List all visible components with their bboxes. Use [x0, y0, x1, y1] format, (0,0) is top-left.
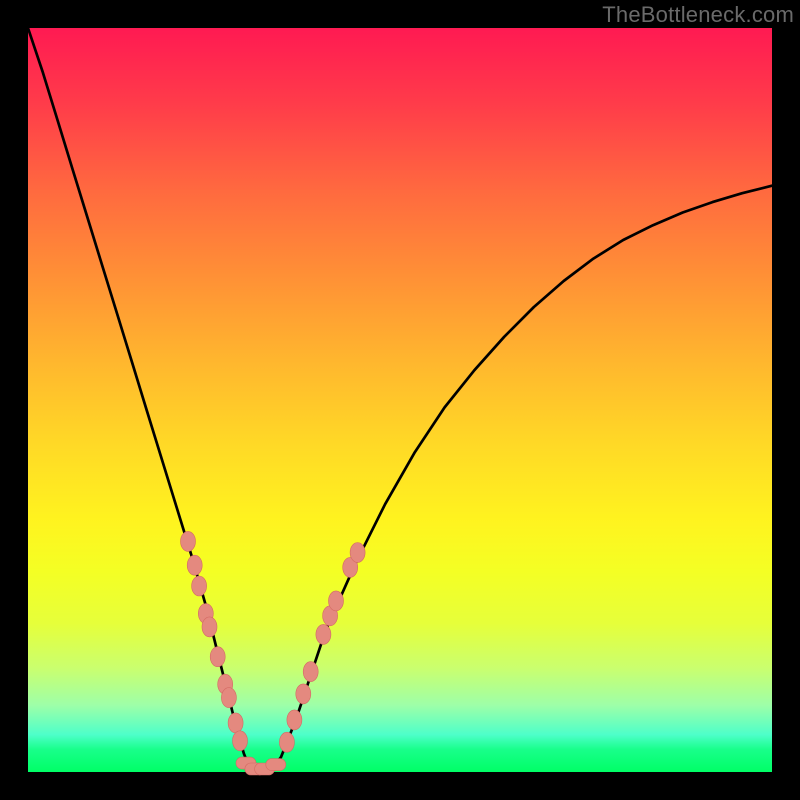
data-marker — [316, 624, 331, 644]
data-marker — [187, 555, 202, 575]
data-marker — [210, 647, 225, 667]
data-marker — [350, 543, 365, 563]
data-marker — [192, 576, 207, 596]
bottleneck-curve — [28, 28, 772, 772]
data-marker — [303, 662, 318, 682]
curve-layer — [28, 28, 772, 772]
data-marker — [233, 731, 248, 751]
data-marker — [279, 732, 294, 752]
marker-layer — [181, 531, 366, 775]
data-marker — [287, 710, 302, 730]
data-marker — [181, 531, 196, 551]
data-marker — [296, 684, 311, 704]
data-marker — [266, 759, 286, 771]
data-marker — [202, 617, 217, 637]
data-marker — [329, 591, 344, 611]
data-marker — [228, 713, 243, 733]
watermark-text: TheBottleneck.com — [602, 2, 794, 28]
data-marker — [221, 688, 236, 708]
chart-svg — [28, 28, 772, 772]
